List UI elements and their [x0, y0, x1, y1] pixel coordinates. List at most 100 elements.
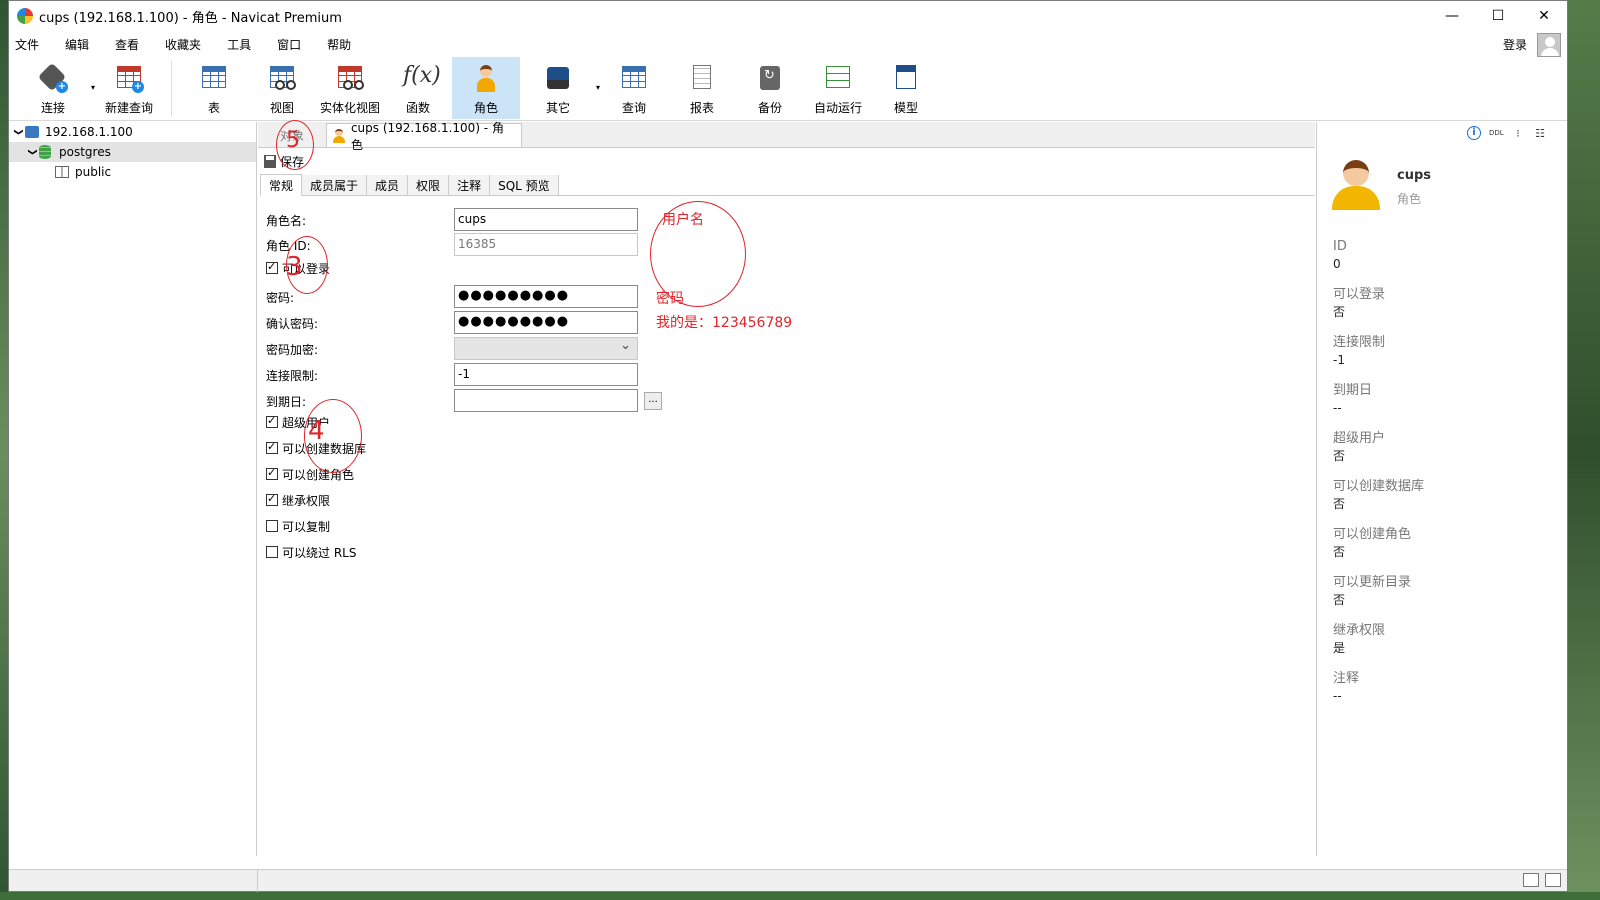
- connection-limit-label: 连接限制:: [266, 368, 319, 383]
- connect-button[interactable]: + 连接 ▾: [19, 57, 95, 119]
- password-label: 密码:: [266, 290, 295, 305]
- backup-icon: [760, 66, 780, 90]
- tab-privileges[interactable]: 权限: [408, 175, 450, 195]
- role-profile: cups 角色: [1317, 144, 1567, 224]
- role-name-label: 角色名:: [266, 213, 307, 228]
- replication-checkbox[interactable]: [266, 520, 278, 532]
- user-avatar-icon[interactable]: [1537, 33, 1561, 57]
- can-login-checkbox[interactable]: [266, 260, 278, 274]
- tree-item-postgres[interactable]: ❯ postgres: [9, 142, 256, 162]
- menu-tools[interactable]: 工具: [227, 36, 251, 53]
- password-input[interactable]: ●●●●●●●●●: [454, 285, 638, 308]
- tree-item-server[interactable]: ❯ 192.168.1.100: [9, 122, 256, 142]
- main-toolbar: + 连接 ▾ + 新建查询 表 视图 实体化视图 f(x) 函数 角色 其它 ▾…: [9, 57, 1567, 121]
- automation-button[interactable]: 自动运行: [804, 57, 872, 119]
- expiry-picker-button[interactable]: ...: [644, 392, 662, 410]
- detail-icon[interactable]: ☷: [1533, 127, 1547, 140]
- property-inherit: 继承权限是: [1333, 623, 1386, 655]
- property-superuser: 超级用户否: [1333, 431, 1386, 463]
- title-bar: cups (192.168.1.100) - 角色 - Navicat Prem…: [9, 1, 1567, 31]
- save-icon: [264, 154, 276, 168]
- menu-window[interactable]: 窗口: [277, 36, 301, 53]
- automation-icon: [826, 66, 850, 88]
- menu-view[interactable]: 查看: [115, 36, 139, 53]
- other-button[interactable]: 其它 ▾: [524, 57, 600, 119]
- maximize-button[interactable]: ☐: [1475, 1, 1521, 31]
- expiry-input[interactable]: [454, 389, 638, 412]
- password-encryption-select[interactable]: [454, 337, 638, 360]
- window-controls: — ☐ ✕: [1429, 1, 1567, 31]
- document-tabs: 对象 cups (192.168.1.100) - 角色: [258, 121, 1315, 152]
- person-icon: [477, 65, 495, 93]
- model-button[interactable]: 模型: [872, 57, 940, 119]
- inherit-checkbox-row[interactable]: 继承权限: [266, 488, 330, 512]
- chevron-down-icon[interactable]: ❯: [27, 145, 37, 159]
- tab-role-cups[interactable]: cups (192.168.1.100) - 角色: [326, 121, 523, 152]
- role-id-input: 16385: [454, 233, 638, 256]
- menu-favorites[interactable]: 收藏夹: [165, 36, 201, 53]
- navicat-window: cups (192.168.1.100) - 角色 - Navicat Prem…: [8, 0, 1568, 892]
- table-button[interactable]: 表: [180, 57, 248, 119]
- menu-edit[interactable]: 编辑: [65, 36, 89, 53]
- property-create-role: 可以创建角色否: [1333, 527, 1412, 559]
- tree-item-public[interactable]: public: [9, 162, 256, 182]
- role-editor: 对象 cups (192.168.1.100) - 角色 保存 常规 成员属于 …: [258, 120, 1315, 856]
- menu-help[interactable]: 帮助: [327, 36, 351, 53]
- confirm-password-label: 确认密码:: [266, 316, 319, 331]
- tab-comment[interactable]: 注释: [449, 175, 491, 195]
- chevron-down-icon[interactable]: ❯: [13, 125, 23, 139]
- connection-limit-input[interactable]: -1: [454, 363, 638, 386]
- close-button[interactable]: ✕: [1521, 1, 1567, 31]
- tab-member-of[interactable]: 成员属于: [302, 175, 368, 195]
- query-button[interactable]: 查询: [600, 57, 668, 119]
- view-button[interactable]: 视图: [248, 57, 316, 119]
- property-comment: 注释 --: [1333, 671, 1360, 703]
- function-button[interactable]: f(x) 函数: [384, 57, 452, 119]
- annotation-circle: [276, 120, 314, 170]
- replication-checkbox-row[interactable]: 可以复制: [266, 514, 330, 538]
- role-button[interactable]: 角色: [452, 57, 520, 119]
- desktop-background-left: [0, 0, 8, 900]
- tab-sql-preview[interactable]: SQL 预览: [490, 175, 559, 195]
- backup-button[interactable]: 备份: [736, 57, 804, 119]
- create-db-checkbox[interactable]: [266, 440, 278, 454]
- tab-general[interactable]: 常规: [260, 174, 303, 196]
- server-icon: [25, 126, 39, 138]
- inherit-checkbox[interactable]: [266, 492, 278, 506]
- new-query-button[interactable]: + 新建查询: [95, 57, 163, 119]
- query-icon: [622, 66, 646, 88]
- minimize-button[interactable]: —: [1429, 1, 1475, 31]
- property-conn-limit: 连接限制 -1: [1333, 335, 1386, 367]
- report-button[interactable]: 报表: [668, 57, 736, 119]
- desktop-background-right: [1568, 0, 1600, 900]
- property-create-db: 可以创建数据库否: [1333, 479, 1425, 511]
- toolbar-separator: [171, 61, 172, 117]
- main-area: ❯ 192.168.1.100 ❯ postgres public 对象 cup…: [9, 120, 1567, 856]
- status-divider: [257, 870, 258, 892]
- password-encryption-label: 密码加密:: [266, 342, 319, 357]
- dependencies-icon[interactable]: ⁝: [1511, 127, 1525, 140]
- bypass-rls-checkbox[interactable]: [266, 546, 278, 558]
- connection-tree: ❯ 192.168.1.100 ❯ postgres public: [9, 122, 257, 856]
- object-type: 角色: [1397, 192, 1422, 206]
- confirm-password-input[interactable]: ●●●●●●●●●: [454, 311, 638, 334]
- layout-panel-icon[interactable]: [1545, 873, 1561, 887]
- layout-split-icon[interactable]: [1523, 873, 1539, 887]
- bypass-rls-checkbox-row[interactable]: 可以绕过 RLS: [266, 540, 356, 564]
- window-title: cups (192.168.1.100) - 角色 - Navicat Prem…: [39, 10, 342, 26]
- materialized-view-button[interactable]: 实体化视图: [316, 57, 384, 119]
- database-icon: [39, 145, 51, 159]
- menu-file[interactable]: 文件: [15, 36, 39, 53]
- tab-members[interactable]: 成员: [367, 175, 409, 195]
- login-link[interactable]: 登录: [1503, 36, 1527, 53]
- person-icon: [1332, 158, 1380, 210]
- superuser-checkbox[interactable]: [266, 414, 278, 428]
- ddl-icon[interactable]: DDL: [1489, 129, 1504, 137]
- navicat-logo-icon: [17, 8, 33, 24]
- property-id: ID 0: [1333, 239, 1347, 271]
- create-role-checkbox[interactable]: [266, 466, 278, 480]
- annotation-circle: [304, 399, 362, 473]
- property-update-catalog: 可以更新目录否: [1333, 575, 1412, 607]
- role-name-input[interactable]: cups: [454, 208, 638, 231]
- info-icon[interactable]: i: [1467, 126, 1481, 140]
